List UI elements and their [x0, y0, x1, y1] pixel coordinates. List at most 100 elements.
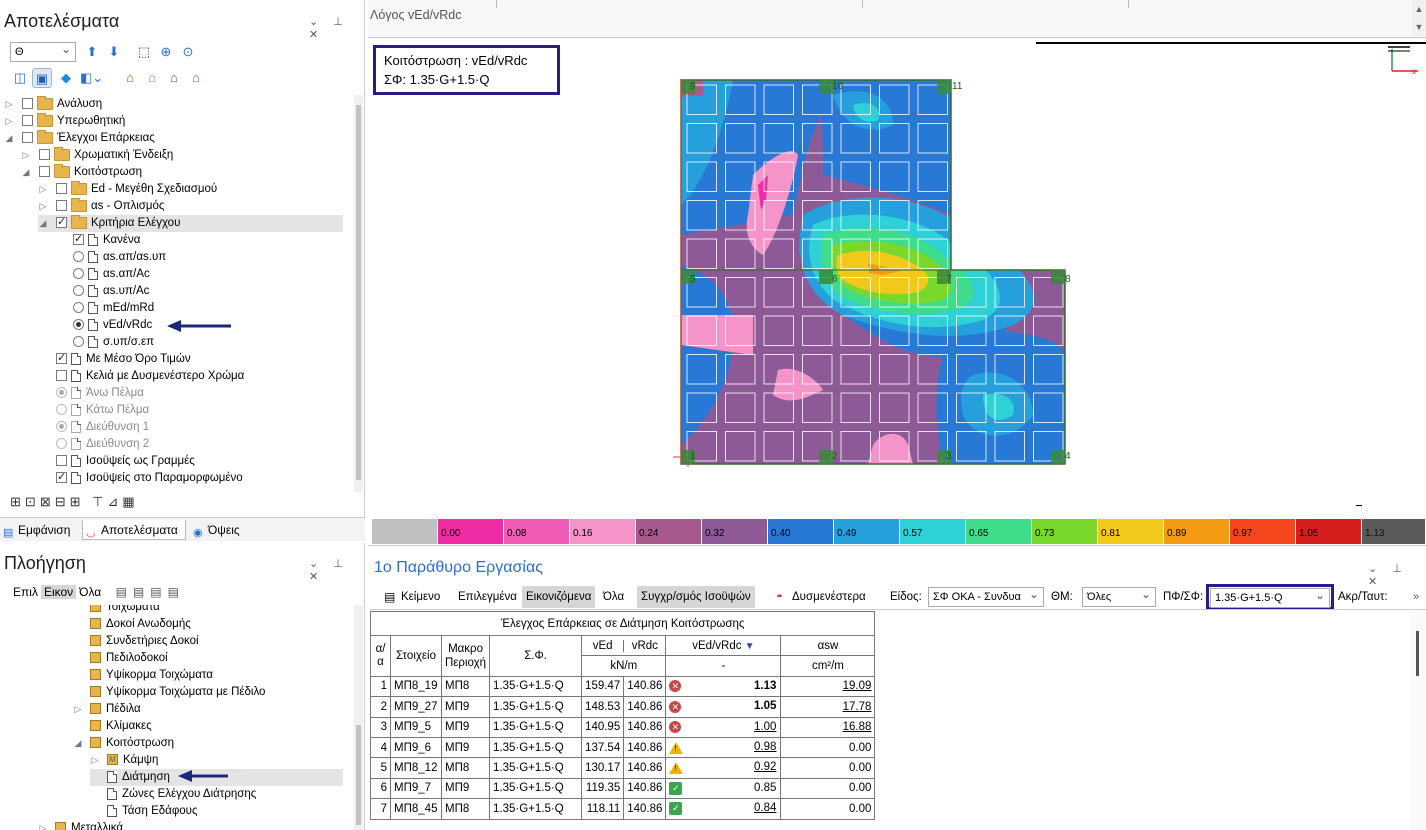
displayed-button[interactable]: Εικονιζόμενα	[522, 586, 596, 608]
checkbox[interactable]	[56, 200, 67, 212]
results-scrollbar[interactable]	[354, 95, 363, 492]
gauge-icon[interactable]: ◓	[776, 586, 783, 608]
tree-item-ed[interactable]: ▷ Ed - Μεγέθη Σχεδιασμού	[38, 180, 217, 198]
col-element[interactable]: Στοιχείο	[390, 635, 442, 677]
nav-item-raft[interactable]: ◢ Κοιτόστρωση	[73, 735, 175, 752]
tree-item-raft[interactable]: ◢ Κοιτόστρωση	[21, 163, 142, 181]
tree-item-worst-cells[interactable]: Κελιά με Δυσμενέστερο Χρώμα	[56, 368, 244, 385]
view-options-icon[interactable]: ◧⌄	[80, 68, 103, 88]
nav-item-beams[interactable]: Δοκοί Ανωδομής	[90, 616, 191, 633]
checkbox[interactable]	[56, 214, 67, 231]
tab-views[interactable]: ◉ Όψεις	[190, 520, 260, 540]
tree-item-bottom[interactable]: Κάτω Πέλμα	[56, 402, 149, 419]
checkbox[interactable]	[56, 469, 67, 486]
ruler-icon[interactable]: ⊤	[92, 494, 107, 509]
select-icon[interactable]: ⊡	[25, 494, 40, 509]
all-button[interactable]: Όλα	[599, 586, 628, 608]
overflow-icon[interactable]: »	[1413, 586, 1419, 608]
tree-item-top[interactable]: Άνω Πέλμα	[56, 385, 144, 402]
tree-item-none[interactable]: Κανένα	[73, 231, 140, 249]
arrow-down-icon[interactable]: ⬇	[104, 42, 124, 62]
radio[interactable]	[73, 302, 84, 314]
tree-item-checks[interactable]: ◢ Έλεγχοι Επάρκειας	[4, 129, 155, 147]
pf-select[interactable]: 1.35·G+1.5·Q	[1210, 586, 1330, 608]
panel-controls[interactable]: ⌄ ⊥ ✕	[309, 15, 364, 41]
tree-item-sigma[interactable]: σ.υπ/σ.επ	[73, 334, 154, 351]
table-row[interactable]: 6 ΜΠ9_7 ΜΠ9 1.35·G+1.5·Q 119.35 140.86 ✓ 0.85 0.…	[370, 777, 876, 800]
checkbox[interactable]	[22, 115, 33, 127]
worst-button[interactable]: Δυσμενέστερα	[788, 586, 870, 608]
radio[interactable]	[73, 285, 84, 297]
zoom-in-icon[interactable]: ⊕	[156, 42, 176, 62]
nav-item-bending[interactable]: ▷ M Κάμψη	[90, 752, 159, 769]
tree-item-as-ac[interactable]: αs.απ/Ac	[73, 266, 150, 283]
radio[interactable]	[73, 251, 84, 263]
table-row[interactable]: 4 ΜΠ9_6 ΜΠ9 1.35·G+1.5·Q 137.54 140.86! 0.98 0.…	[370, 736, 876, 759]
view-wire-icon[interactable]: ◫	[10, 68, 30, 88]
tree-item-asu-ac[interactable]: αs.υπ/Ac	[73, 283, 149, 300]
radio[interactable]	[56, 404, 67, 416]
table-scrollbar[interactable]	[1410, 611, 1424, 830]
tree-item-criteria[interactable]: ◢Κριτήρια Ελέγχου	[38, 214, 343, 232]
tree-item-lines[interactable]: Ισοϋψείς ως Γραμμές	[56, 453, 195, 470]
col-ratio[interactable]: vEd/vRdc ▼	[665, 634, 782, 657]
grid-icon[interactable]: ⊟	[55, 494, 70, 509]
zoom-window-icon[interactable]: ⬚	[134, 42, 154, 62]
tree-item-as[interactable]: ▷ αs - Οπλισμός	[38, 197, 164, 215]
nav-item-deep-walls-footing[interactable]: Υψίκορμα Τοιχώματα με Πέδιλο	[90, 684, 265, 701]
tree-item-color[interactable]: ▷ Χρωματική Ένδειξη	[21, 146, 173, 164]
text-button[interactable]: Κείμενο	[397, 586, 444, 608]
tab-appearance[interactable]: ▤ Εμφάνιση	[0, 520, 80, 540]
col-asw[interactable]: αsw	[780, 634, 876, 657]
checkbox[interactable]	[39, 166, 50, 178]
radio[interactable]	[56, 387, 67, 399]
checkbox[interactable]	[56, 455, 67, 467]
nav-item-tie-beams[interactable]: Συνδετήριες Δοκοί	[90, 633, 199, 650]
nav-scrollbar[interactable]	[354, 605, 363, 830]
view-solid-icon[interactable]: ▣	[32, 68, 52, 88]
nav-item-footings[interactable]: ▷ Πέδιλα	[73, 701, 141, 718]
list-icon[interactable]: ▤▤▤▤	[116, 585, 185, 599]
building-icon[interactable]: ⌂	[120, 68, 140, 88]
add-icon[interactable]: ⊞	[10, 494, 25, 509]
building-color-icon[interactable]: ⌂	[186, 68, 206, 88]
filter-selected[interactable]: Επιλ	[10, 585, 41, 599]
radio[interactable]	[56, 421, 67, 433]
tree-item-dir1[interactable]: Διεύθυνση 1	[56, 419, 149, 436]
pick-icon[interactable]: ⊠	[40, 494, 55, 509]
tree-item-average[interactable]: Με Μέσο Όρο Τιμών	[56, 350, 191, 368]
col-ved[interactable]: vEd vRdc	[581, 634, 667, 657]
filter-all[interactable]: Όλα	[76, 585, 104, 599]
building-outline-icon[interactable]: ⌂	[142, 68, 162, 88]
checkbox[interactable]	[56, 350, 67, 367]
col-combo[interactable]: Σ.Φ.	[489, 635, 583, 677]
work-window-controls[interactable]: ⌄ ⊥ ✕	[1368, 562, 1426, 588]
text-icon[interactable]: ▤	[384, 586, 395, 608]
tm-select[interactable]: Όλες	[1082, 585, 1156, 607]
nav-item-steel[interactable]: ▷ Μεταλλικά	[38, 820, 123, 830]
tree-item-ved[interactable]: vEd/vRdc	[73, 317, 152, 334]
nav-panel-controls[interactable]: ⌄ ⊥ ✕	[309, 557, 364, 583]
col-macro[interactable]: Μακρο Περιοχή	[440, 635, 491, 677]
building-dark-icon[interactable]: ⌂	[164, 68, 184, 88]
radio[interactable]	[73, 268, 84, 280]
tab-results[interactable]: ◡ Αποτελέσματα	[82, 520, 186, 540]
checkbox[interactable]	[22, 98, 33, 110]
nav-item-deep-walls[interactable]: Υψίκορμα Τοιχώματα	[90, 667, 213, 684]
tree-item-dir2[interactable]: Διεύθυνση 2	[56, 436, 149, 453]
selected-button[interactable]: Επιλεγμένα	[454, 586, 521, 608]
nav-item-strip-footings[interactable]: Πεδιλοδοκοί	[90, 650, 168, 667]
checkbox[interactable]	[73, 231, 84, 248]
view-3d-icon[interactable]: ◆	[56, 68, 76, 88]
type-select[interactable]: ΣΦ ΟΚΑ - Συνδυα	[928, 585, 1044, 607]
chart-icon[interactable]: ⊿	[107, 494, 122, 509]
view-tab-title[interactable]: Λόγος vEd/vRdc	[370, 8, 462, 22]
table-row[interactable]: 2 ΜΠ9_27 ΜΠ9 1.35·G+1.5·Q 148.53 140.86 ✕ 1.05 1…	[370, 696, 876, 718]
checkbox[interactable]	[39, 149, 50, 161]
col-aa[interactable]: α/α	[370, 635, 391, 677]
checkbox[interactable]	[56, 370, 67, 382]
view-header-scroll[interactable]: ▲ ▼	[1412, 0, 1426, 36]
nav-item-stairs[interactable]: Κλίμακες	[90, 718, 152, 735]
radio[interactable]	[73, 319, 84, 331]
tree-item-med[interactable]: mEd/mRd	[73, 300, 154, 317]
